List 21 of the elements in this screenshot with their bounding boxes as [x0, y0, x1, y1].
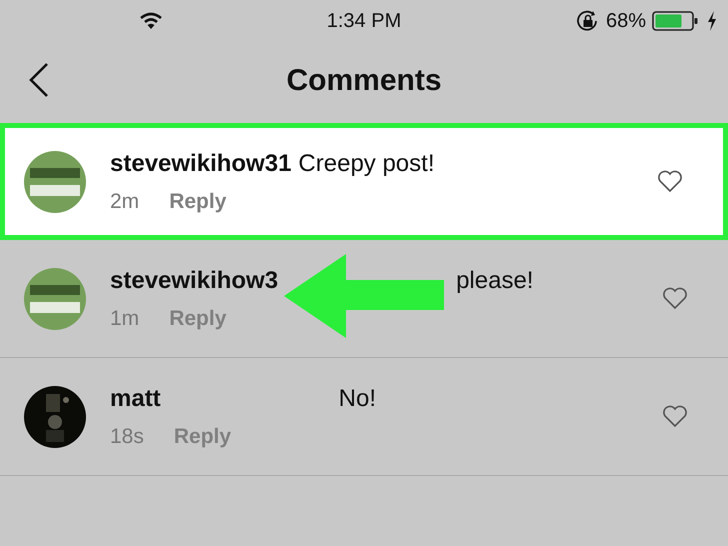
comment-text: please!	[456, 266, 534, 294]
reply-link[interactable]: Reply	[169, 190, 226, 214]
comment-text: No!	[338, 384, 376, 412]
battery-percent: 68%	[606, 10, 646, 32]
battery-icon	[652, 10, 700, 32]
comment-time: 18s	[110, 424, 144, 448]
rotation-lock-icon	[576, 10, 600, 32]
back-icon[interactable]	[28, 62, 50, 98]
comment-text: Creepy post!	[298, 150, 434, 178]
username[interactable]: matt	[110, 384, 161, 412]
wifi-icon	[139, 12, 163, 30]
username[interactable]: stevewikihow31	[110, 150, 292, 178]
heart-icon[interactable]	[662, 287, 688, 310]
comment-time: 2m	[110, 190, 140, 214]
username[interactable]: stevewikihow3	[110, 266, 278, 294]
charging-bolt-icon	[706, 10, 718, 32]
heart-icon[interactable]	[662, 405, 688, 428]
clock-time: 1:34 PM	[326, 10, 402, 32]
page-title: Comments	[286, 64, 442, 98]
heart-icon[interactable]	[657, 170, 683, 193]
comment-time: 1m	[110, 306, 140, 330]
